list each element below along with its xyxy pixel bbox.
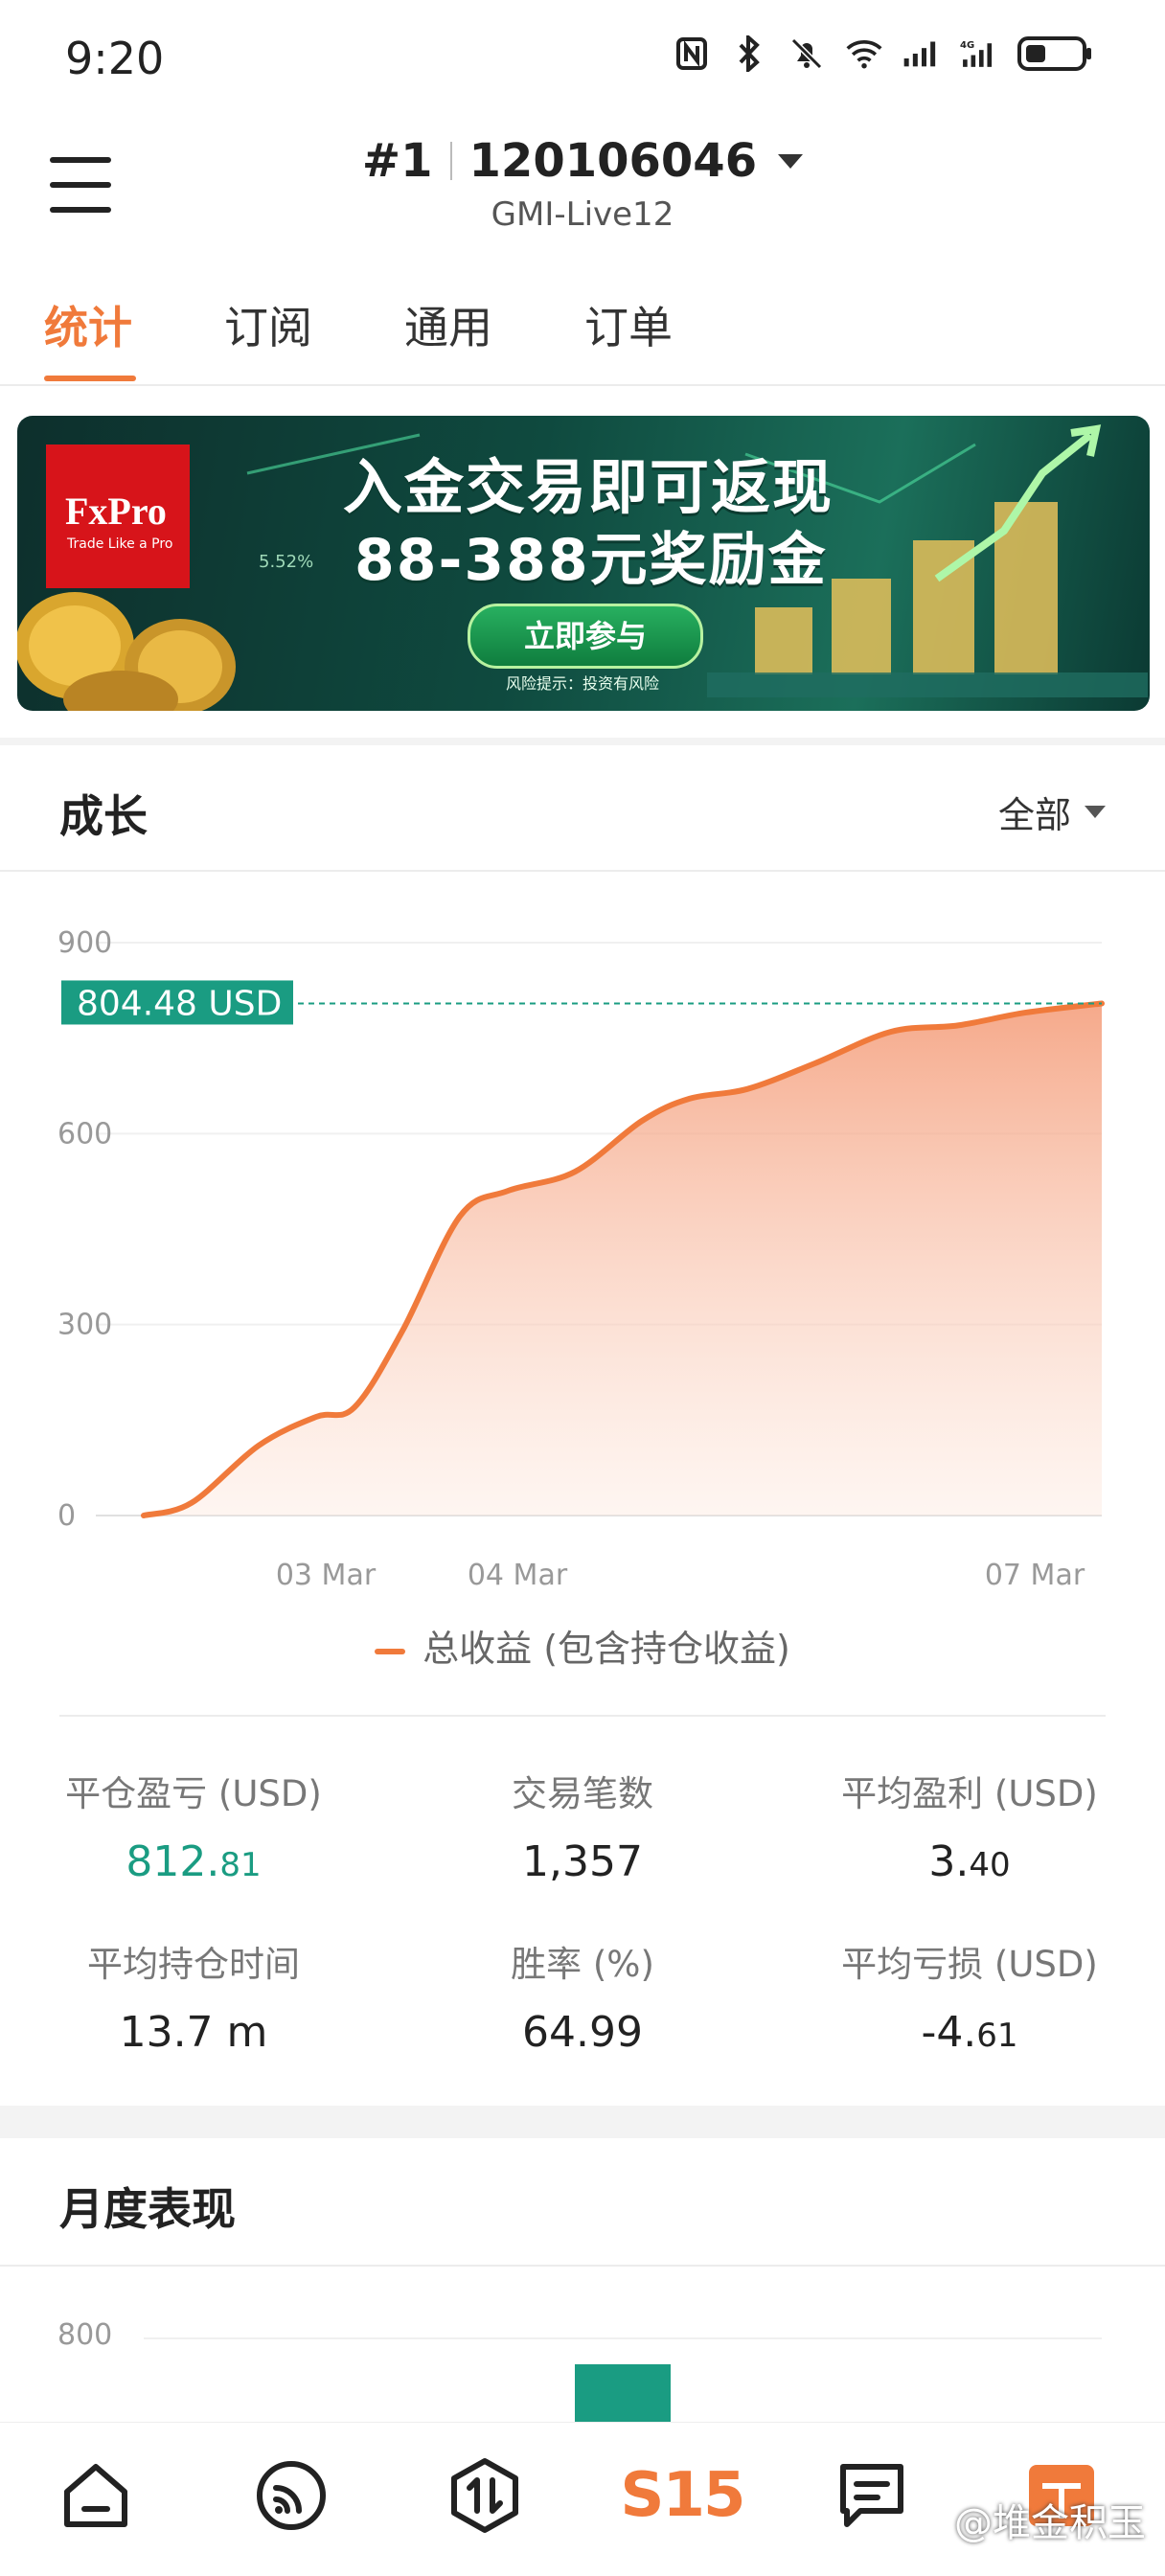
nav-s15[interactable]: S15 xyxy=(620,2455,745,2536)
x-tick-label: 04 Mar xyxy=(468,1559,568,1590)
battery-icon xyxy=(1017,34,1094,73)
signal-4g-icon: 4G xyxy=(960,34,998,73)
stat-closed-pnl: 平仓盈亏 (USD) 812.81 xyxy=(2,1765,385,1886)
trade-icon xyxy=(451,2458,518,2533)
monthly-y-tick: 800 xyxy=(57,2318,113,2352)
banner-headline: 入金交易即可返现 xyxy=(343,452,834,522)
wifi-icon xyxy=(845,34,883,73)
caret-down-icon[interactable] xyxy=(778,153,804,169)
logo-tagline: Trade Like a Pro xyxy=(67,536,173,552)
nav-chat[interactable] xyxy=(832,2455,912,2536)
growth-chart: 900 600 300 0 804.48 USD 03 Mar 04 Mar 07 Mar xyxy=(57,926,1105,1590)
bluetooth-icon xyxy=(730,34,768,73)
x-tick-label: 07 Mar xyxy=(985,1559,1085,1590)
stat-avg-loss: 平均亏损 (USD) -4.61 xyxy=(778,1935,1161,2057)
s15-logo: S15 xyxy=(620,2460,745,2531)
stat-label: 平均持仓时间 xyxy=(87,1944,300,1985)
stat-value: 13.7 m xyxy=(119,2008,268,2057)
legend-swatch xyxy=(375,1648,406,1654)
account-rank: #1 xyxy=(361,134,433,188)
stat-trade-count: 交易笔数 1,357 xyxy=(391,1765,774,1886)
account-selector[interactable]: #1 120106046 xyxy=(361,134,804,188)
monthly-gridline xyxy=(144,2337,1102,2339)
stat-avg-hold-time: 平均持仓时间 13.7 m xyxy=(2,1935,385,2057)
monthly-bar xyxy=(575,2364,671,2422)
stat-value: -4.61 xyxy=(921,2008,1018,2057)
stat-value: 1,357 xyxy=(522,1837,643,1886)
nav-feed[interactable] xyxy=(251,2455,331,2536)
account-number: 120106046 xyxy=(468,134,758,188)
y-tick-label: 600 xyxy=(57,1117,112,1151)
stat-avg-profit: 平均盈利 (USD) 3.40 xyxy=(778,1765,1161,1886)
stat-value: 812.81 xyxy=(126,1837,262,1886)
tab-subscribe[interactable]: 订阅 xyxy=(224,293,312,356)
mute-icon xyxy=(788,34,826,73)
account-server: GMI-Live12 xyxy=(491,195,674,234)
chat-icon xyxy=(840,2464,903,2527)
y-tick-label: 900 xyxy=(57,926,112,960)
x-tick-label: 03 Mar xyxy=(276,1559,377,1590)
tab-orders[interactable]: 订单 xyxy=(584,293,673,356)
divider xyxy=(59,1715,1106,1717)
nav-home[interactable] xyxy=(56,2455,136,2536)
bottom-nav: S15 @堆金积玉 xyxy=(0,2422,1165,2576)
nav-trade[interactable] xyxy=(445,2455,525,2536)
home-icon xyxy=(64,2464,127,2527)
y-tick-label: 300 xyxy=(57,1309,112,1342)
stat-value: 64.99 xyxy=(522,2008,643,2057)
section-separator xyxy=(0,738,1165,745)
stat-value: 3.40 xyxy=(928,1837,1011,1886)
signal-icon xyxy=(902,34,941,73)
logo-name: FxPro xyxy=(65,490,167,533)
chart-legend: 总收益 (包含持仓收益) xyxy=(0,1619,1165,1672)
banner-subheadline: 88-388元奖励金 xyxy=(354,527,828,594)
promo-banner[interactable]: FxPro Trade Like a Pro 5.52% 入金交易即可返现 88… xyxy=(17,416,1150,711)
y-tick-label: 0 xyxy=(57,1499,76,1533)
current-value-label: 804.48 USD xyxy=(77,984,282,1023)
banner-cta-button[interactable]: 立即参与 xyxy=(468,604,703,669)
status-icons: 4G xyxy=(673,34,1094,73)
stat-label: 平均亏损 (USD) xyxy=(841,1944,1098,1985)
feed-icon xyxy=(257,2461,326,2530)
stat-label: 胜率 (%) xyxy=(511,1944,654,1985)
active-tab-indicator xyxy=(44,376,136,381)
svg-text:4G: 4G xyxy=(960,40,974,51)
divider xyxy=(0,2265,1165,2267)
watermark: @堆金积玉 xyxy=(954,2501,1146,2545)
growth-filter-label: 全部 xyxy=(997,794,1071,836)
divider xyxy=(0,870,1165,872)
banner-risk-text: 风险提示：投资有风险 xyxy=(506,674,660,693)
tab-stats[interactable]: 统计 xyxy=(44,293,132,356)
stat-win-rate: 胜率 (%) 64.99 xyxy=(391,1935,774,2057)
growth-area xyxy=(144,1003,1102,1516)
divider xyxy=(449,142,452,180)
stat-label: 平均盈利 (USD) xyxy=(841,1773,1098,1814)
stat-label: 平仓盈亏 (USD) xyxy=(65,1773,322,1814)
banner-percent: 5.52% xyxy=(259,552,314,572)
caret-down-icon xyxy=(1085,806,1106,818)
divider xyxy=(0,384,1165,386)
fxpro-logo: FxPro Trade Like a Pro xyxy=(46,445,190,588)
account-header[interactable]: #1 120106046 GMI-Live12 xyxy=(0,134,1165,234)
nfc-icon xyxy=(673,34,711,73)
growth-filter-dropdown[interactable]: 全部 xyxy=(998,786,1106,838)
status-time: 9:20 xyxy=(65,33,165,84)
tab-general[interactable]: 通用 xyxy=(404,293,492,356)
monthly-title: 月度表现 xyxy=(59,2183,236,2235)
growth-title: 成长 xyxy=(59,790,148,842)
stat-label: 交易笔数 xyxy=(512,1773,653,1814)
section-separator xyxy=(0,2106,1165,2138)
legend-label: 总收益 (包含持仓收益) xyxy=(423,1628,790,1670)
